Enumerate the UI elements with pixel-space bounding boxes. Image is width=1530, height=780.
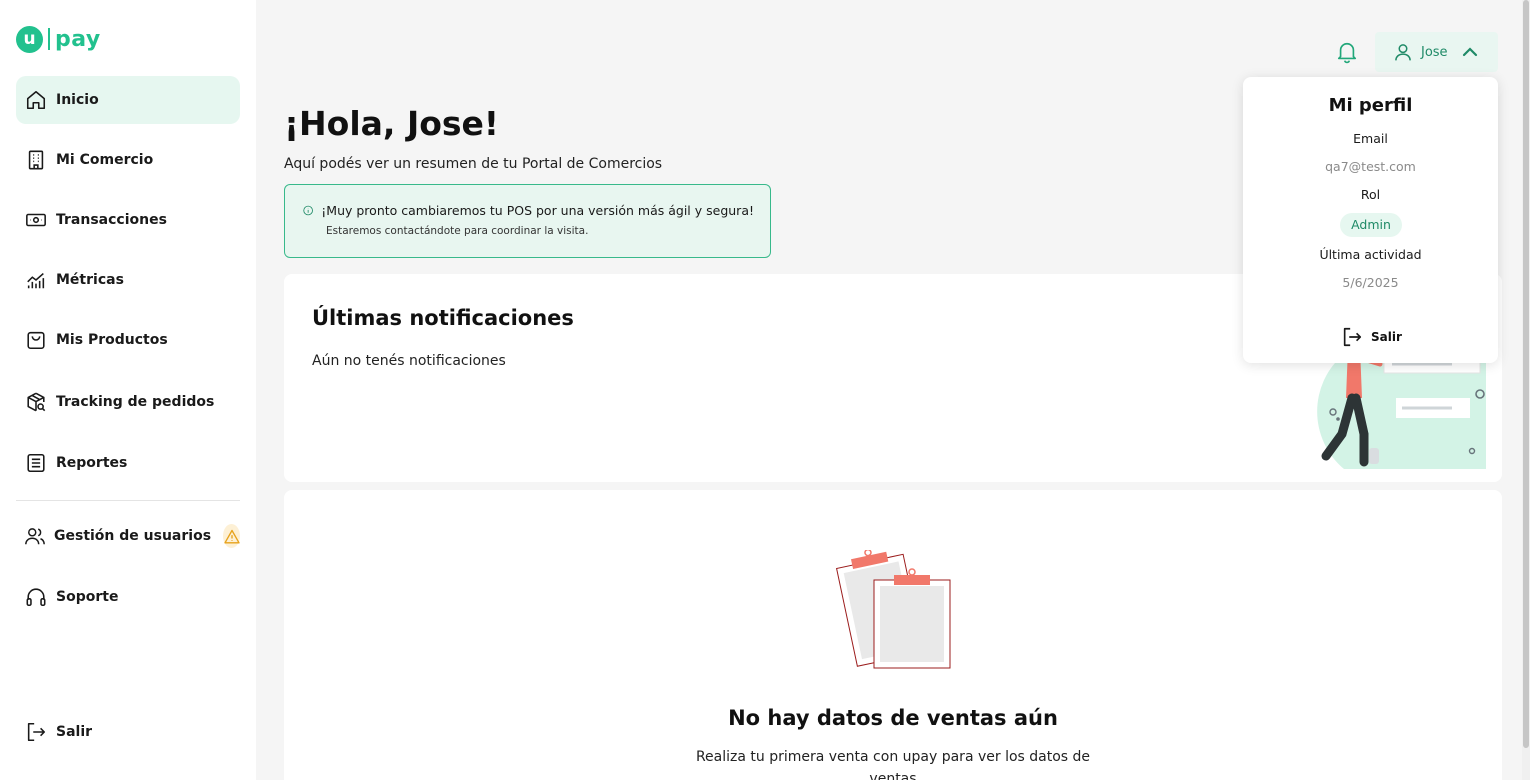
page-title: ¡Hola, Jose! — [284, 104, 499, 143]
headset-icon — [24, 585, 48, 609]
profile-role-badge: Admin — [1340, 213, 1402, 237]
page-subtitle: Aquí podés ver un resumen de tu Portal d… — [284, 156, 663, 172]
sidebar-item-mi-comercio[interactable]: Mi Comercio — [16, 136, 240, 184]
profile-title: Mi perfil — [1328, 95, 1413, 116]
sidebar-item-label: Mis Productos — [56, 332, 168, 348]
logo-separator — [48, 28, 50, 50]
sales-empty-subtitle: Realiza tu primera venta con upay para v… — [695, 749, 1091, 780]
list-icon — [24, 451, 48, 475]
home-icon — [24, 88, 48, 112]
sidebar-item-soporte[interactable]: Soporte — [16, 573, 240, 621]
sidebar-item-metricas[interactable]: Métricas — [16, 256, 240, 304]
sidebar-divider — [16, 500, 240, 501]
building-icon — [24, 148, 48, 172]
user-menu-button[interactable]: Jose — [1375, 32, 1498, 72]
info-icon — [303, 205, 313, 216]
banner-subtitle: Estaremos contactándote para coordinar l… — [326, 225, 589, 237]
user-icon — [1395, 44, 1411, 61]
sidebar-item-label: Gestión de usuarios — [54, 528, 212, 544]
notifications-title: Últimas notificaciones — [312, 306, 574, 330]
profile-logout-label: Salir — [1371, 330, 1402, 344]
logo-text: pay — [55, 26, 101, 52]
sidebar-item-inicio[interactable]: Inicio — [16, 76, 240, 124]
sales-card: No hay datos de ventas aún Realiza tu pr… — [284, 490, 1502, 780]
profile-email-label: Email — [1353, 131, 1388, 146]
scrollbar-thumb[interactable] — [1523, 0, 1529, 748]
logout-icon — [24, 720, 48, 744]
sidebar-item-mis-productos[interactable]: Mis Productos — [16, 316, 240, 364]
user-name: Jose — [1421, 44, 1448, 60]
profile-dropdown: Mi perfil Email qa7@test.com Rol Admin Ú… — [1243, 77, 1498, 363]
sidebar-item-tracking[interactable]: Tracking de pedidos — [16, 378, 240, 426]
profile-role-label: Rol — [1360, 187, 1381, 202]
sidebar-item-transacciones[interactable]: Transacciones — [16, 196, 240, 244]
sidebar-item-label: Métricas — [56, 272, 124, 288]
sidebar-item-label: Reportes — [56, 455, 128, 471]
upay-logo[interactable]: u pay — [16, 24, 101, 54]
profile-last-activity-label: Última actividad — [1319, 247, 1422, 262]
bag-icon — [24, 328, 48, 352]
sidebar-logout-button[interactable]: Salir — [16, 708, 240, 756]
chevron-up-icon — [1462, 47, 1477, 57]
pos-info-banner: ¡Muy pronto cambiaremos tu POS por una v… — [284, 184, 771, 258]
sidebar-item-reportes[interactable]: Reportes — [16, 439, 240, 487]
chart-icon — [24, 268, 48, 292]
warning-icon — [223, 524, 240, 548]
users-icon — [24, 524, 46, 548]
sidebar-item-label: Inicio — [56, 92, 99, 108]
sidebar-item-label: Soporte — [56, 589, 119, 605]
banner-title: ¡Muy pronto cambiaremos tu POS por una v… — [321, 203, 754, 218]
sidebar-item-gestion-usuarios[interactable]: Gestión de usuarios — [16, 512, 240, 560]
clipboard-illustration — [835, 550, 951, 669]
package-search-icon — [24, 390, 48, 414]
notifications-empty-text: Aún no tenés notificaciones — [312, 353, 506, 369]
notifications-bell-button[interactable] — [1333, 38, 1361, 66]
profile-logout-button[interactable]: Salir — [1341, 325, 1402, 349]
sidebar: u pay Inicio Mi Comercio Transacciones M… — [0, 0, 256, 780]
sales-empty-title: No hay datos de ventas aún — [728, 706, 1058, 730]
profile-email-value: qa7@test.com — [1325, 159, 1416, 174]
logo-mark: u — [16, 25, 43, 53]
sidebar-item-label: Tracking de pedidos — [56, 394, 215, 410]
bell-icon — [1337, 42, 1357, 64]
cash-icon — [24, 208, 48, 232]
sidebar-item-label: Mi Comercio — [56, 152, 154, 168]
profile-last-activity-value: 5/6/2025 — [1342, 275, 1399, 290]
sidebar-item-label: Transacciones — [56, 212, 167, 228]
logout-icon — [1343, 327, 1362, 347]
sidebar-item-label: Salir — [56, 724, 93, 740]
